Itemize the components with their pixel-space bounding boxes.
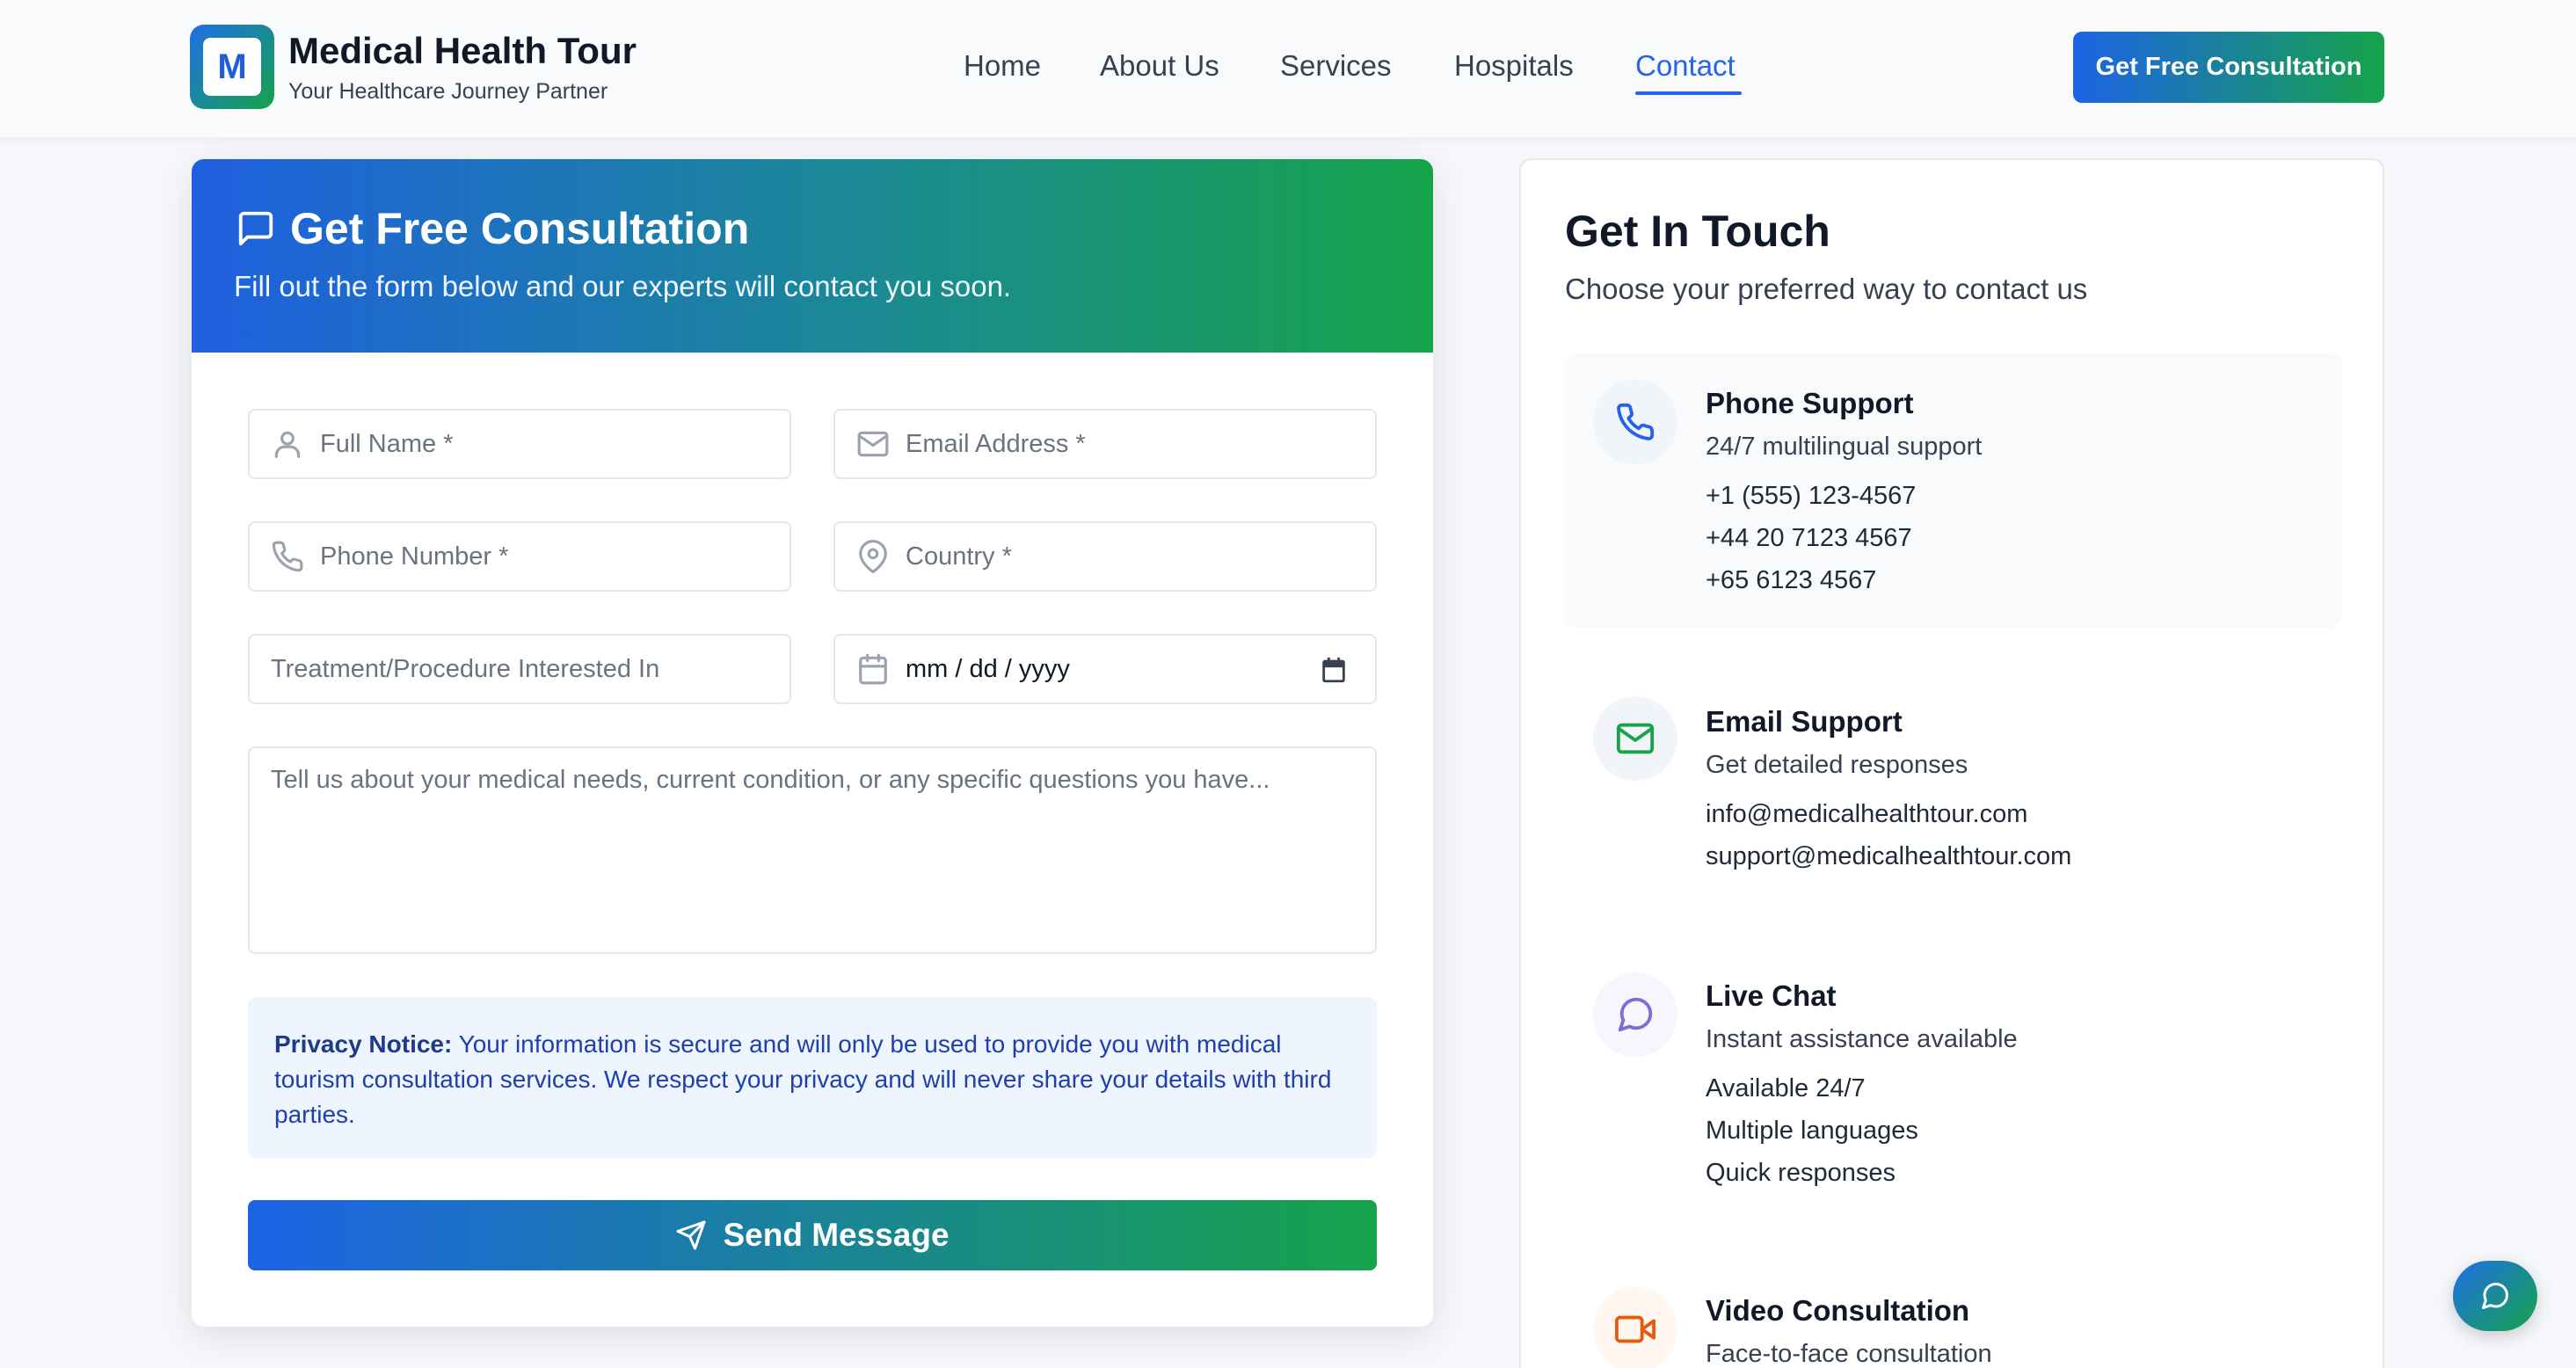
live-chat-method[interactable]: Live Chat Instant assistance available A…	[1565, 944, 2342, 1208]
mail-icon	[1616, 723, 1655, 754]
phone-number-sg[interactable]: +65 6123 4567	[1706, 566, 1876, 595]
treatment-input[interactable]: Treatment/Procedure Interested In	[248, 634, 791, 704]
live-chat-line-3: Quick responses	[1706, 1159, 1896, 1187]
form-title: Get Free Consultation	[290, 204, 750, 253]
email-support-icon-wrap	[1593, 696, 1677, 781]
message-textarea[interactable]: Tell us about your medical needs, curren…	[248, 746, 1377, 954]
nav-about-us[interactable]: About Us	[1100, 49, 1219, 83]
contact-subtitle: Choose your preferred way to contact us	[1565, 273, 2088, 305]
video-consultation-method[interactable]: Video Consultation Face-to-face consulta…	[1565, 1259, 2342, 1368]
phone-placeholder: Phone Number *	[320, 542, 509, 571]
email-placeholder: Email Address *	[906, 429, 1086, 458]
nav-home[interactable]: Home	[964, 49, 1041, 83]
date-picker-icon[interactable]	[1319, 655, 1349, 685]
get-in-touch-card: Get In Touch Choose your preferred way t…	[1519, 158, 2384, 1368]
video-consultation-title: Video Consultation	[1706, 1294, 1970, 1327]
calendar-icon	[859, 653, 887, 685]
live-chat-title: Live Chat	[1706, 979, 1837, 1012]
email-support-desc: Get detailed responses	[1706, 751, 1968, 779]
phone-support-icon-wrap	[1593, 380, 1677, 464]
full-name-input[interactable]: Full Name *	[248, 409, 791, 479]
email-support-title: Email Support	[1706, 705, 1903, 738]
get-free-consultation-button[interactable]: Get Free Consultation	[2073, 32, 2384, 103]
email-info[interactable]: info@medicalhealthtour.com	[1706, 800, 2027, 829]
privacy-label: Privacy Notice:	[274, 1030, 453, 1058]
mail-icon	[857, 431, 889, 457]
phone-number-us[interactable]: +1 (555) 123-4567	[1706, 482, 1916, 511]
consultation-form-card: Get Free Consultation Fill out the form …	[192, 159, 1433, 1327]
map-pin-icon	[859, 540, 887, 573]
video-icon	[1615, 1315, 1655, 1343]
country-input[interactable]: Country *	[833, 521, 1377, 592]
nav-services[interactable]: Services	[1280, 49, 1392, 83]
phone-support-title: Phone Support	[1706, 387, 1914, 419]
phone-number-uk[interactable]: +44 20 7123 4567	[1706, 524, 1912, 553]
live-chat-desc: Instant assistance available	[1706, 1025, 2018, 1053]
send-message-label: Send Message	[723, 1217, 950, 1253]
phone-support-desc: 24/7 multilingual support	[1706, 433, 1983, 461]
video-icon-wrap	[1593, 1287, 1677, 1368]
email-support[interactable]: support@medicalhealthtour.com	[1706, 842, 2071, 871]
form-subtitle: Fill out the form below and our experts …	[234, 270, 1012, 302]
phone-icon	[1617, 403, 1655, 440]
floating-chat-button[interactable]	[2453, 1261, 2537, 1331]
country-placeholder: Country *	[906, 542, 1012, 571]
form-header: Get Free Consultation Fill out the form …	[192, 159, 1433, 353]
phone-input[interactable]: Phone Number *	[248, 521, 791, 592]
phone-support-method[interactable]: Phone Support 24/7 multilingual support …	[1565, 353, 2342, 628]
video-consultation-desc: Face-to-face consultation	[1706, 1340, 1992, 1368]
send-message-button[interactable]: Send Message	[248, 1200, 1377, 1270]
chat-icon	[1618, 997, 1653, 1032]
site-header: M Medical Health Tour Your Healthcare Jo…	[0, 0, 2576, 137]
live-chat-icon-wrap	[1593, 972, 1677, 1057]
email-input[interactable]: Email Address *	[833, 409, 1377, 479]
active-nav-indicator	[1635, 91, 1742, 95]
chat-bubble-icon	[2482, 1282, 2509, 1309]
nav-hospitals[interactable]: Hospitals	[1454, 49, 1574, 83]
message-placeholder: Tell us about your medical needs, curren…	[271, 766, 1270, 794]
send-icon	[676, 1220, 706, 1250]
treatment-placeholder: Treatment/Procedure Interested In	[271, 654, 660, 683]
full-name-placeholder: Full Name *	[320, 429, 454, 458]
message-square-icon	[238, 211, 273, 246]
email-support-method[interactable]: Email Support Get detailed responses inf…	[1565, 670, 2342, 890]
contact-title: Get In Touch	[1565, 207, 1830, 256]
date-value: mm / dd / yyyy	[906, 654, 1070, 683]
phone-icon	[272, 541, 303, 572]
live-chat-line-2: Multiple languages	[1706, 1117, 1918, 1145]
date-input[interactable]: mm / dd / yyyy	[833, 634, 1377, 704]
nav-contact[interactable]: Contact	[1635, 49, 1736, 83]
live-chat-line-1: Available 24/7	[1706, 1074, 1866, 1102]
user-icon	[274, 431, 301, 458]
privacy-notice: Privacy Notice: Your information is secu…	[248, 997, 1377, 1158]
